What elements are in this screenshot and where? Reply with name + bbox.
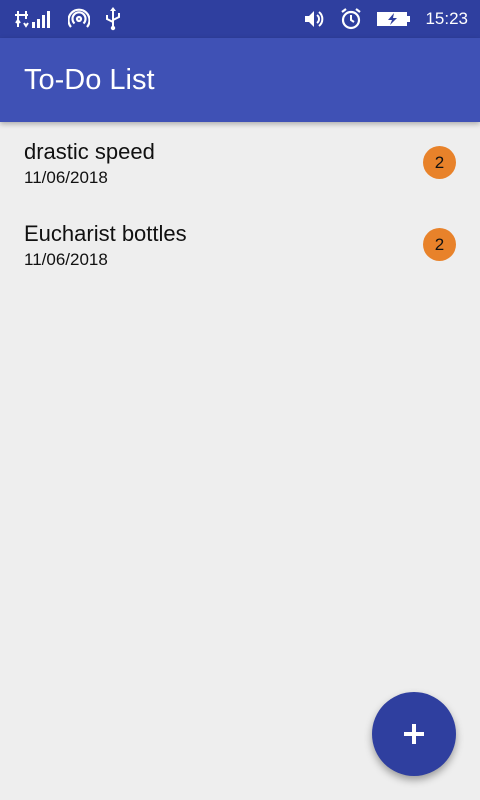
todo-list: drastic speed 11/06/2018 2 Eucharist bot… [0, 122, 480, 286]
screen: 15:23 To-Do List drastic speed 11/06/201… [0, 0, 480, 800]
status-time: 15:23 [425, 9, 468, 28]
list-item[interactable]: Eucharist bottles 11/06/2018 2 [0, 204, 480, 286]
status-bar: 15:23 [0, 0, 480, 38]
status-bar-right: 15:23 [303, 7, 468, 31]
alarm-icon [339, 7, 363, 31]
app-bar: To-Do List [0, 38, 480, 122]
todo-date: 11/06/2018 [24, 168, 108, 187]
add-todo-button[interactable] [372, 692, 456, 776]
signal-icon [14, 8, 54, 30]
todo-title: drastic speed [24, 139, 155, 164]
usb-icon [104, 7, 122, 31]
plus-icon [402, 722, 426, 746]
status-bar-left [14, 7, 122, 31]
todo-title: Eucharist bottles [24, 221, 187, 246]
list-item[interactable]: drastic speed 11/06/2018 2 [0, 122, 480, 204]
volume-icon [303, 8, 325, 30]
count-badge: 2 [423, 228, 456, 261]
battery-charging-icon [377, 10, 411, 28]
page-title: To-Do List [24, 63, 155, 96]
todo-date: 11/06/2018 [24, 250, 108, 269]
count-badge: 2 [423, 146, 456, 179]
hotspot-icon [68, 8, 90, 30]
